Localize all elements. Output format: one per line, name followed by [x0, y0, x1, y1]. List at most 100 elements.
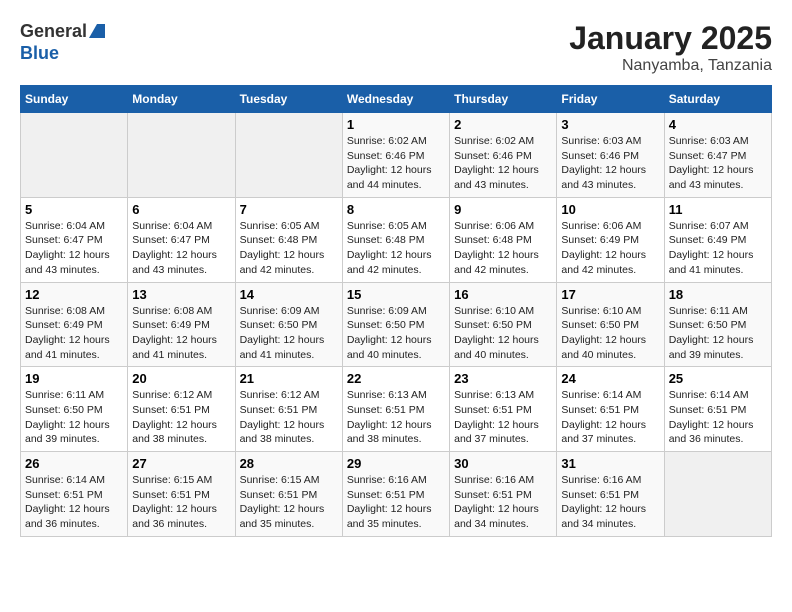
day-number: 28	[240, 456, 338, 471]
day-info: Sunrise: 6:03 AM Sunset: 6:46 PM Dayligh…	[561, 134, 659, 193]
calendar-cell: 22 Sunrise: 6:13 AM Sunset: 6:51 PM Dayli…	[342, 367, 449, 452]
logo-icon	[89, 20, 105, 38]
day-info: Sunrise: 6:16 AM Sunset: 6:51 PM Dayligh…	[454, 473, 552, 532]
day-number: 2	[454, 117, 552, 132]
calendar-cell: 29 Sunrise: 6:16 AM Sunset: 6:51 PM Dayli…	[342, 452, 449, 537]
calendar-cell: 1 Sunrise: 6:02 AM Sunset: 6:46 PM Daylig…	[342, 113, 449, 198]
day-number: 24	[561, 371, 659, 386]
calendar-cell: 20 Sunrise: 6:12 AM Sunset: 6:51 PM Dayli…	[128, 367, 235, 452]
day-number: 14	[240, 287, 338, 302]
weekday-header-tuesday: Tuesday	[235, 86, 342, 113]
day-number: 20	[132, 371, 230, 386]
calendar-cell: 31 Sunrise: 6:16 AM Sunset: 6:51 PM Dayli…	[557, 452, 664, 537]
day-info: Sunrise: 6:08 AM Sunset: 6:49 PM Dayligh…	[132, 304, 230, 363]
day-info: Sunrise: 6:12 AM Sunset: 6:51 PM Dayligh…	[240, 388, 338, 447]
day-info: Sunrise: 6:06 AM Sunset: 6:49 PM Dayligh…	[561, 219, 659, 278]
day-number: 29	[347, 456, 445, 471]
day-info: Sunrise: 6:14 AM Sunset: 6:51 PM Dayligh…	[561, 388, 659, 447]
day-info: Sunrise: 6:05 AM Sunset: 6:48 PM Dayligh…	[347, 219, 445, 278]
day-info: Sunrise: 6:14 AM Sunset: 6:51 PM Dayligh…	[669, 388, 767, 447]
calendar-cell	[128, 113, 235, 198]
day-info: Sunrise: 6:08 AM Sunset: 6:49 PM Dayligh…	[25, 304, 123, 363]
calendar-week-3: 12Sunrise: 6:08 AM Sunset: 6:49 PM Dayli…	[21, 282, 772, 367]
calendar-cell: 4 Sunrise: 6:03 AM Sunset: 6:47 PM Daylig…	[664, 113, 771, 198]
calendar-cell: 2 Sunrise: 6:02 AM Sunset: 6:46 PM Daylig…	[450, 113, 557, 198]
day-number: 4	[669, 117, 767, 132]
weekday-header-friday: Friday	[557, 86, 664, 113]
day-info: Sunrise: 6:10 AM Sunset: 6:50 PM Dayligh…	[561, 304, 659, 363]
calendar-cell: 25Sunrise: 6:14 AM Sunset: 6:51 PM Dayli…	[664, 367, 771, 452]
weekday-header-saturday: Saturday	[664, 86, 771, 113]
day-info: Sunrise: 6:16 AM Sunset: 6:51 PM Dayligh…	[561, 473, 659, 532]
calendar-cell: 13 Sunrise: 6:08 AM Sunset: 6:49 PM Dayli…	[128, 282, 235, 367]
page-subtitle: Nanyamba, Tanzania	[569, 57, 772, 75]
page-header: General Blue January 2025 Nanyamba, Tanz…	[20, 20, 772, 75]
day-number: 21	[240, 371, 338, 386]
calendar-cell: 3 Sunrise: 6:03 AM Sunset: 6:46 PM Daylig…	[557, 113, 664, 198]
day-number: 3	[561, 117, 659, 132]
calendar-cell: 7Sunrise: 6:05 AM Sunset: 6:48 PM Daylig…	[235, 197, 342, 282]
day-info: Sunrise: 6:16 AM Sunset: 6:51 PM Dayligh…	[347, 473, 445, 532]
day-number: 19	[25, 371, 123, 386]
day-number: 23	[454, 371, 552, 386]
day-info: Sunrise: 6:12 AM Sunset: 6:51 PM Dayligh…	[132, 388, 230, 447]
day-info: Sunrise: 6:13 AM Sunset: 6:51 PM Dayligh…	[454, 388, 552, 447]
day-number: 17	[561, 287, 659, 302]
day-info: Sunrise: 6:11 AM Sunset: 6:50 PM Dayligh…	[25, 388, 123, 447]
day-number: 13	[132, 287, 230, 302]
calendar-week-5: 26Sunrise: 6:14 AM Sunset: 6:51 PM Dayli…	[21, 452, 772, 537]
calendar-week-2: 5Sunrise: 6:04 AM Sunset: 6:47 PM Daylig…	[21, 197, 772, 282]
weekday-header-monday: Monday	[128, 86, 235, 113]
day-number: 30	[454, 456, 552, 471]
weekday-header-wednesday: Wednesday	[342, 86, 449, 113]
calendar-week-4: 19 Sunrise: 6:11 AM Sunset: 6:50 PM Dayli…	[21, 367, 772, 452]
day-number: 26	[25, 456, 123, 471]
day-number: 16	[454, 287, 552, 302]
calendar-cell: 27 Sunrise: 6:15 AM Sunset: 6:51 PM Dayli…	[128, 452, 235, 537]
calendar-cell: 26Sunrise: 6:14 AM Sunset: 6:51 PM Dayli…	[21, 452, 128, 537]
day-number: 22	[347, 371, 445, 386]
day-number: 18	[669, 287, 767, 302]
day-info: Sunrise: 6:09 AM Sunset: 6:50 PM Dayligh…	[240, 304, 338, 363]
calendar-cell: 23 Sunrise: 6:13 AM Sunset: 6:51 PM Dayli…	[450, 367, 557, 452]
calendar-cell: 24 Sunrise: 6:14 AM Sunset: 6:51 PM Dayli…	[557, 367, 664, 452]
calendar-cell: 30 Sunrise: 6:16 AM Sunset: 6:51 PM Dayli…	[450, 452, 557, 537]
title-block: January 2025 Nanyamba, Tanzania	[569, 20, 772, 75]
weekday-header-thursday: Thursday	[450, 86, 557, 113]
calendar-cell: 21 Sunrise: 6:12 AM Sunset: 6:51 PM Dayli…	[235, 367, 342, 452]
calendar-header-row: SundayMondayTuesdayWednesdayThursdayFrid…	[21, 86, 772, 113]
day-info: Sunrise: 6:13 AM Sunset: 6:51 PM Dayligh…	[347, 388, 445, 447]
weekday-header-sunday: Sunday	[21, 86, 128, 113]
day-info: Sunrise: 6:10 AM Sunset: 6:50 PM Dayligh…	[454, 304, 552, 363]
day-number: 11	[669, 202, 767, 217]
calendar-table: SundayMondayTuesdayWednesdayThursdayFrid…	[20, 85, 772, 537]
day-info: Sunrise: 6:07 AM Sunset: 6:49 PM Dayligh…	[669, 219, 767, 278]
day-info: Sunrise: 6:04 AM Sunset: 6:47 PM Dayligh…	[132, 219, 230, 278]
calendar-cell: 14 Sunrise: 6:09 AM Sunset: 6:50 PM Dayli…	[235, 282, 342, 367]
day-info: Sunrise: 6:15 AM Sunset: 6:51 PM Dayligh…	[132, 473, 230, 532]
calendar-cell: 10 Sunrise: 6:06 AM Sunset: 6:49 PM Dayli…	[557, 197, 664, 282]
day-info: Sunrise: 6:11 AM Sunset: 6:50 PM Dayligh…	[669, 304, 767, 363]
day-info: Sunrise: 6:03 AM Sunset: 6:47 PM Dayligh…	[669, 134, 767, 193]
day-info: Sunrise: 6:02 AM Sunset: 6:46 PM Dayligh…	[347, 134, 445, 193]
calendar-cell	[21, 113, 128, 198]
calendar-week-1: 1 Sunrise: 6:02 AM Sunset: 6:46 PM Daylig…	[21, 113, 772, 198]
day-number: 27	[132, 456, 230, 471]
day-info: Sunrise: 6:06 AM Sunset: 6:48 PM Dayligh…	[454, 219, 552, 278]
logo-blue-text: Blue	[20, 43, 59, 63]
day-info: Sunrise: 6:02 AM Sunset: 6:46 PM Dayligh…	[454, 134, 552, 193]
page-title: January 2025	[569, 20, 772, 57]
day-info: Sunrise: 6:04 AM Sunset: 6:47 PM Dayligh…	[25, 219, 123, 278]
day-number: 31	[561, 456, 659, 471]
calendar-cell: 17 Sunrise: 6:10 AM Sunset: 6:50 PM Dayli…	[557, 282, 664, 367]
calendar-cell: 19 Sunrise: 6:11 AM Sunset: 6:50 PM Dayli…	[21, 367, 128, 452]
logo-general-text: General	[20, 21, 87, 42]
day-number: 15	[347, 287, 445, 302]
day-info: Sunrise: 6:15 AM Sunset: 6:51 PM Dayligh…	[240, 473, 338, 532]
calendar-cell	[235, 113, 342, 198]
day-number: 1	[347, 117, 445, 132]
day-number: 8	[347, 202, 445, 217]
day-number: 9	[454, 202, 552, 217]
day-number: 10	[561, 202, 659, 217]
calendar-cell: 28 Sunrise: 6:15 AM Sunset: 6:51 PM Dayli…	[235, 452, 342, 537]
